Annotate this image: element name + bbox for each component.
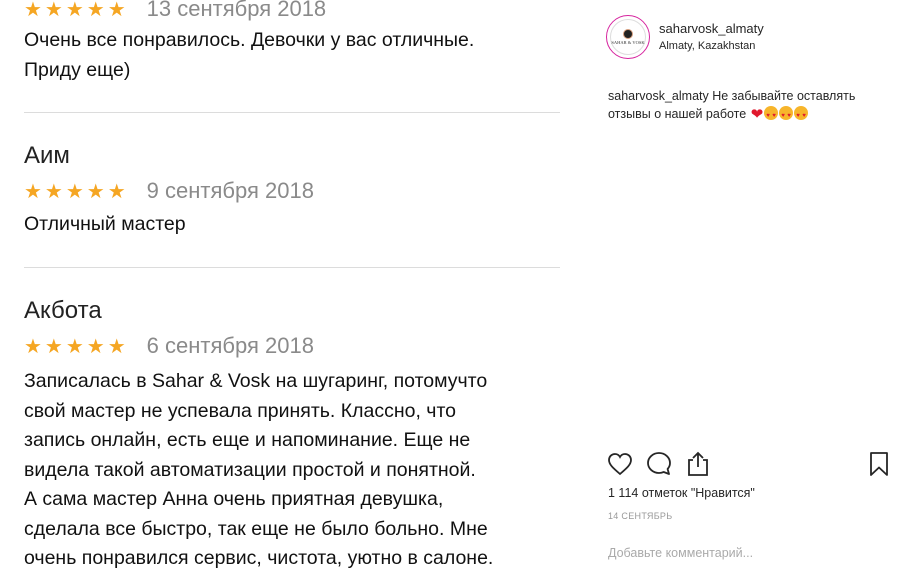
review-rating: ★★★★★ 13 сентября 2018	[24, 0, 560, 22]
heart-eyes-emoji-icon	[779, 106, 794, 125]
review-text: Записалась в Sahar & Vosk на шугаринг, п…	[24, 370, 494, 569]
review-date: 6 сентября 2018	[146, 333, 314, 358]
profile-avatar[interactable]: SAHAR & VOSK	[606, 15, 650, 59]
caption-username-link[interactable]: saharvosk_almaty	[608, 89, 709, 103]
post-location-link[interactable]: Almaty, Kazakhstan	[659, 40, 755, 52]
star-rating: ★★★★★	[24, 0, 129, 21]
review-date: 13 сентября 2018	[146, 0, 327, 21]
review-card: Акбота ★★★★★ 6 сентября 2018 Записалась …	[24, 297, 560, 574]
reviewer-name: Аим	[24, 142, 70, 169]
star-rating: ★★★★★	[24, 180, 129, 203]
heart-eyes-emoji-icon	[794, 106, 809, 125]
share-icon[interactable]	[684, 450, 712, 478]
star-rating: ★★★★★	[24, 335, 129, 358]
comment-icon[interactable]	[645, 450, 673, 478]
heart-eyes-emoji-icon	[764, 106, 779, 125]
review-card: ★★★★★ 13 сентября 2018 Очень все понрави…	[24, 0, 560, 85]
avatar-logo-text: SAHAR & VOSK	[611, 40, 645, 45]
logo-mark-icon	[623, 29, 633, 39]
post-timestamp[interactable]: 14 СЕНТЯБРЬ	[608, 511, 672, 521]
review-rating: ★★★★★ 9 сентября 2018	[24, 178, 560, 204]
post-image: ★★★★★ 13 сентября 2018 Очень все понрави…	[0, 0, 585, 580]
review-card: Аим ★★★★★ 9 сентября 2018 Отличный масте…	[24, 142, 560, 240]
review-divider	[24, 267, 560, 268]
post-caption: saharvosk_almaty Не забывайте оставлять …	[608, 87, 893, 125]
like-heart-icon[interactable]	[606, 450, 634, 478]
add-comment-input[interactable]	[608, 546, 893, 560]
avatar-logo: SAHAR & VOSK	[610, 19, 646, 55]
review-text: Очень все понравилось. Девочки у вас отл…	[24, 29, 475, 81]
review-text: Отличный мастер	[24, 213, 186, 235]
reviewer-name: Акбота	[24, 297, 102, 324]
post-side-panel: SAHAR & VOSK saharvosk_almaty Almaty, Ka…	[585, 0, 910, 580]
review-date: 9 сентября 2018	[146, 178, 314, 203]
likes-count[interactable]: 1 114 отметок "Нравится"	[608, 486, 755, 500]
bookmark-icon[interactable]	[865, 450, 893, 478]
review-rating: ★★★★★ 6 сентября 2018	[24, 333, 560, 359]
post-username-link[interactable]: saharvosk_almaty	[659, 21, 764, 36]
review-divider	[24, 112, 560, 113]
red-heart-emoji-icon: ❤	[750, 106, 764, 123]
